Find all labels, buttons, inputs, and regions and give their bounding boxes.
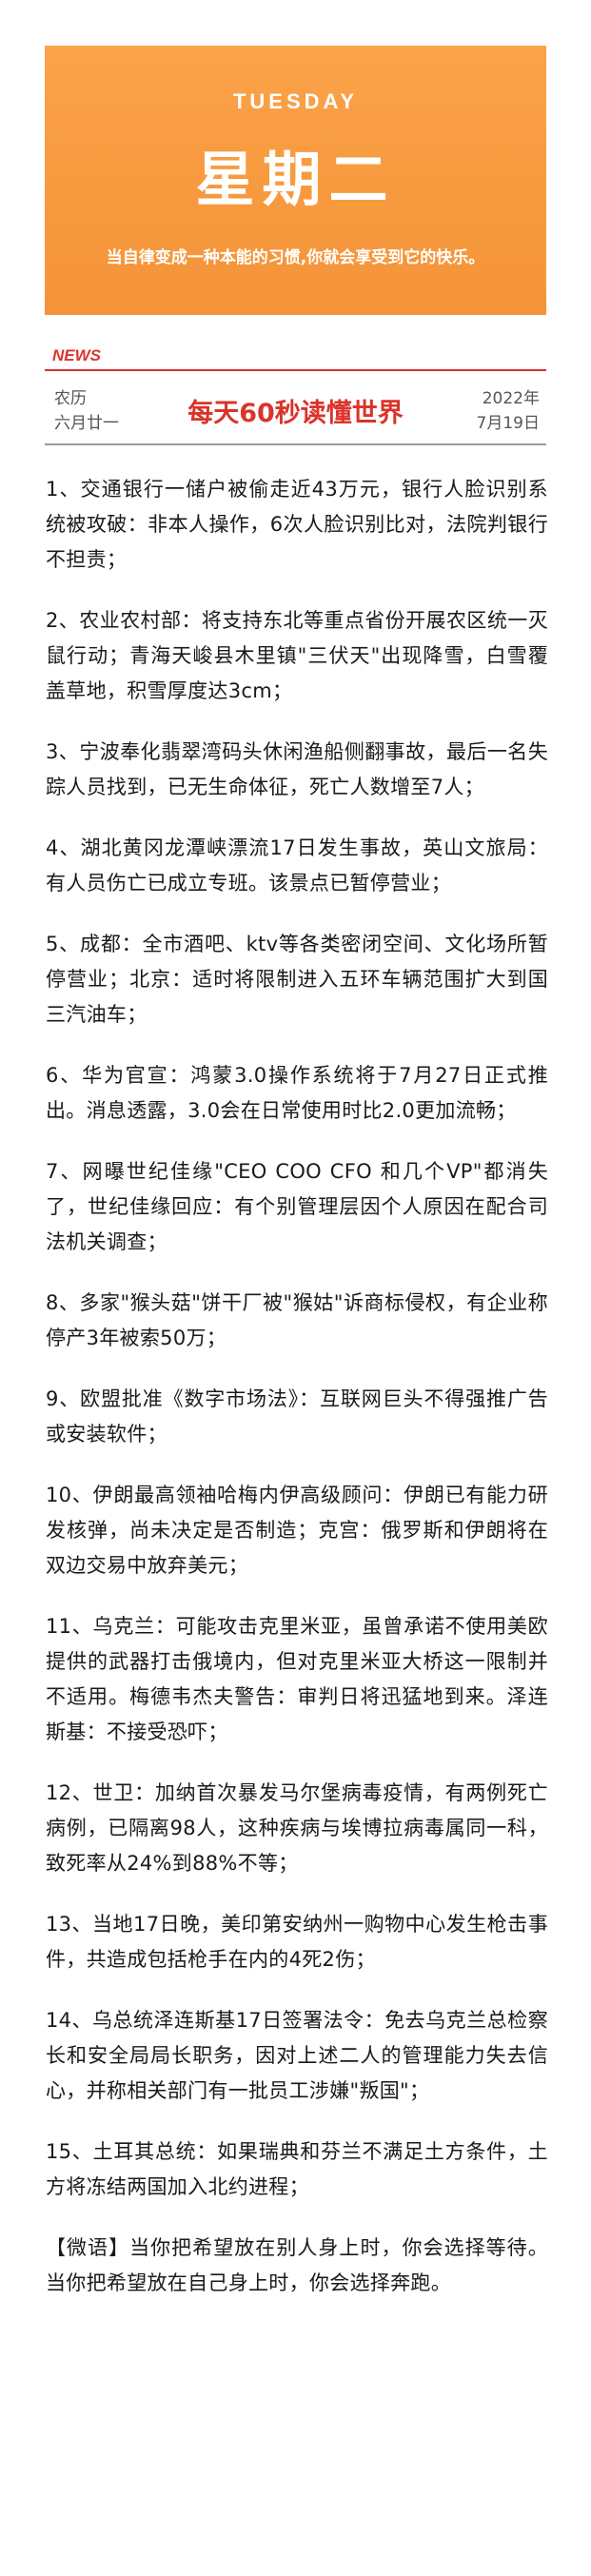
gray-divider	[45, 443, 546, 445]
red-divider	[45, 369, 546, 371]
news-item-2: 2、农业农村部：将支持东北等重点省份开展农区统一灭鼠行动；青海天峻县木里镇"三伏…	[46, 609, 548, 702]
daily-quote: 【微语】当你把希望放在别人身上时，你会选择等待。当你把希望放在自己身上时，你会选…	[46, 2236, 548, 2294]
news-item-6: 6、华为官宣：鸿蒙3.0操作系统将于7月27日正式推出。消息透露，3.0会在日常…	[46, 1064, 548, 1122]
news-item-4: 4、湖北黄冈龙潭峡漂流17日发生事故，英山文旅局：有人员伤亡已成立专班。该景点已…	[46, 836, 548, 895]
news-item-11: 11、乌克兰：可能攻击克里米亚，虽曾承诺不使用美欧提供的武器打击俄境内，但对克里…	[46, 1615, 548, 1743]
gregorian-date-block: 2022年 7月19日	[477, 386, 540, 436]
news-item-10: 10、伊朗最高领袖哈梅内伊高级顾问：伊朗已有能力研发核弹，尚未决定是否制造；克宫…	[46, 1484, 548, 1577]
news-tag: NEWS	[52, 346, 101, 364]
weekday-english: TUESDAY	[232, 89, 359, 113]
gregorian-date: 7月19日	[476, 414, 540, 433]
news-item-14: 14、乌总统泽连斯基17日签署法令：免去乌克兰总检察长和安全局局长职务，因对上述…	[46, 2009, 548, 2102]
header-banner: TUESDAY 星期二 当自律变成一种本能的习惯,你就会享受到它的快乐。	[45, 46, 546, 315]
news-item-5: 5、成都：全市酒吧、ktv等各类密闭空间、文化场所暂停营业；北京：适时将限制进入…	[46, 933, 548, 1026]
gregorian-year: 2022年	[482, 389, 540, 408]
news-item-7: 7、网曝世纪佳缘"CEO COO CFO 和几个VP"都消失了，世纪佳缘回应：有…	[46, 1160, 548, 1253]
news-item-3: 3、宁波奉化翡翠湾码头休闲渔船侧翻事故，最后一名失踪人员找到，已无生命体征，死亡…	[46, 740, 548, 798]
news-list: 1、交通银行一储户被偷走近43万元，银行人脸识别系统被攻破：非本人操作，6次人脸…	[46, 472, 548, 2327]
news-item-12: 12、世卫：加纳首次暴发马尔堡病毒疫情，有两例死亡病例，已隔离98人，这种疾病与…	[46, 1781, 548, 1875]
news-item-15: 15、土耳其总统：如果瑞典和芬兰不满足土方条件，土方将冻结两国加入北约进程；	[46, 2140, 548, 2198]
news-item-13: 13、当地17日晚，美印第安纳州一购物中心发生枪击事件，共造成包括枪手在内的4死…	[46, 1913, 548, 1971]
banner-motto: 当自律变成一种本能的习惯,你就会享受到它的快乐。	[106, 248, 485, 267]
news-item-1: 1、交通银行一储户被偷走近43万元，银行人脸识别系统被攻破：非本人操作，6次人脸…	[46, 478, 548, 571]
news-item-8: 8、多家"猴头菇"饼干厂被"猴姑"诉商标侵权，有企业称停产3年被索50万；	[46, 1291, 548, 1349]
weekday-chinese: 星期二	[195, 145, 396, 214]
news-item-9: 9、欧盟批准《数字市场法》：互联网巨头不得强推广告或安装软件；	[46, 1387, 548, 1445]
